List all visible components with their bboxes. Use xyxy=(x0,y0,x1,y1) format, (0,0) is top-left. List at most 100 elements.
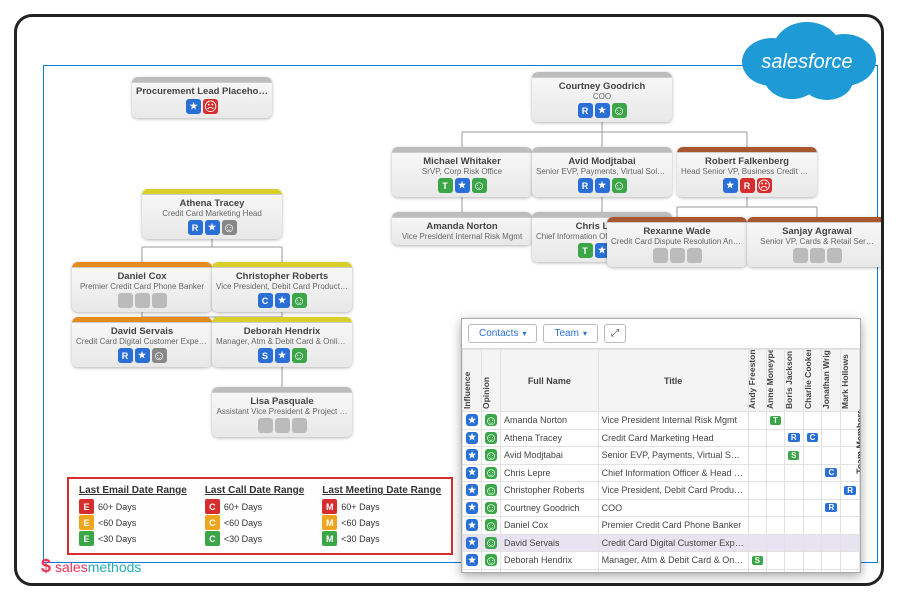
star-icon xyxy=(135,348,150,363)
matrix-table[interactable]: InfluenceOpinionFull NameTitleAndy Frees… xyxy=(462,349,860,572)
card-title: Head Senior VP, Business Credit Ca… xyxy=(681,167,813,176)
org-card[interactable]: Athena TraceyCredit Card Marketing Head xyxy=(142,189,282,239)
expand-button[interactable]: ⤢ xyxy=(604,324,626,343)
matrix-row[interactable]: Chris LepreChief Information Officer & H… xyxy=(463,464,860,482)
matrix-cell[interactable] xyxy=(822,534,841,552)
matrix-cell[interactable]: R xyxy=(822,499,841,517)
matrix-cell[interactable] xyxy=(784,552,803,570)
org-card[interactable]: Lisa PasqualeAssistant Vice President & … xyxy=(212,387,352,437)
matrix-cell[interactable] xyxy=(841,569,860,572)
matrix-row[interactable]: Courtney GoodrichCOOR xyxy=(463,499,860,517)
matrix-cell[interactable] xyxy=(748,447,766,465)
matrix-cell[interactable] xyxy=(803,482,822,500)
org-card-root[interactable]: Courtney Goodrich COO xyxy=(532,72,672,122)
matrix-cell[interactable] xyxy=(784,412,803,430)
matrix-cell[interactable] xyxy=(841,517,860,535)
matrix-cell[interactable]: C xyxy=(803,429,822,447)
matrix-cell[interactable]: R xyxy=(841,482,860,500)
matrix-header: Influence xyxy=(463,350,482,412)
matrix-panel[interactable]: Contacts Team ⤢ Team Members InfluenceOp… xyxy=(461,318,861,573)
org-card[interactable]: Rexanne WadeCredit Card Dispute Resoluti… xyxy=(607,217,747,267)
legend-chip: M xyxy=(322,515,337,530)
org-card[interactable]: Amanda NortonVice President Internal Ris… xyxy=(392,212,532,245)
matrix-cell[interactable] xyxy=(803,534,822,552)
matrix-cell[interactable] xyxy=(784,499,803,517)
org-card[interactable]: Daniel CoxPremier Credit Card Phone Bank… xyxy=(72,262,212,312)
matrix-cell[interactable]: R xyxy=(784,429,803,447)
matrix-row[interactable]: Deborah HendrixManager, Atm & Debit Card… xyxy=(463,552,860,570)
matrix-cell[interactable] xyxy=(766,552,784,570)
matrix-row[interactable]: Athena TraceyCredit Card Marketing HeadR… xyxy=(463,429,860,447)
matrix-cell[interactable] xyxy=(748,482,766,500)
matrix-cell[interactable] xyxy=(748,569,766,572)
salesmethods-logo: $ salesmethods xyxy=(41,556,141,577)
matrix-row[interactable]: Christopher RobertsVice President, Debit… xyxy=(463,482,860,500)
matrix-cell[interactable] xyxy=(803,499,822,517)
team-dropdown[interactable]: Team xyxy=(543,324,597,343)
matrix-cell[interactable] xyxy=(748,517,766,535)
matrix-cell[interactable] xyxy=(803,517,822,535)
star-icon xyxy=(595,103,610,118)
org-card[interactable]: Avid ModjtabaiSenior EVP, Payments, Virt… xyxy=(532,147,672,197)
matrix-cell[interactable] xyxy=(822,447,841,465)
org-card[interactable]: Michael WhitakerSrVP, Corp Risk Office xyxy=(392,147,532,197)
matrix-row[interactable]: Amanda NortonVice President Internal Ris… xyxy=(463,412,860,430)
matrix-cell[interactable] xyxy=(822,482,841,500)
matrix-row[interactable]: David ServaisCredit Card Digital Custome… xyxy=(463,534,860,552)
matrix-cell[interactable] xyxy=(784,464,803,482)
matrix-cell[interactable]: C xyxy=(822,464,841,482)
matrix-cell[interactable] xyxy=(822,429,841,447)
matrix-cell[interactable]: T xyxy=(766,569,784,572)
matrix-row[interactable]: Michael WhitakerSrVP, Corp Risk OfficeT xyxy=(463,569,860,572)
matrix-cell[interactable] xyxy=(803,412,822,430)
matrix-row[interactable]: Daniel CoxPremier Credit Card Phone Bank… xyxy=(463,517,860,535)
legend-chip: E xyxy=(79,515,94,530)
matrix-cell[interactable] xyxy=(803,464,822,482)
matrix-cell[interactable] xyxy=(822,552,841,570)
matrix-cell[interactable] xyxy=(766,499,784,517)
influence-icon xyxy=(463,447,482,465)
blank-icon xyxy=(152,293,167,308)
matrix-cell[interactable] xyxy=(766,447,784,465)
matrix-cell[interactable] xyxy=(803,447,822,465)
org-card[interactable]: Deborah HendrixManager, Atm & Debit Card… xyxy=(212,317,352,367)
matrix-cell[interactable] xyxy=(784,517,803,535)
matrix-cell[interactable] xyxy=(784,569,803,572)
legend-row: M60+ Days xyxy=(322,499,441,514)
salesforce-text: salesforce xyxy=(761,51,852,73)
opinion-icon xyxy=(482,412,501,430)
matrix-cell[interactable] xyxy=(748,499,766,517)
contacts-dropdown[interactable]: Contacts xyxy=(468,324,537,343)
matrix-cell[interactable] xyxy=(748,464,766,482)
org-card-placeholder[interactable]: Procurement Lead Placeholder xyxy=(132,77,272,118)
matrix-cell[interactable] xyxy=(766,429,784,447)
matrix-cell[interactable] xyxy=(822,412,841,430)
matrix-cell[interactable] xyxy=(784,482,803,500)
matrix-cell[interactable] xyxy=(766,517,784,535)
matrix-row[interactable]: Avid ModjtabaiSenior EVP, Payments, Virt… xyxy=(463,447,860,465)
matrix-cell[interactable]: S xyxy=(784,447,803,465)
matrix-cell[interactable] xyxy=(748,429,766,447)
matrix-cell[interactable] xyxy=(803,552,822,570)
org-card[interactable]: Robert FalkenbergHead Senior VP, Busines… xyxy=(677,147,817,197)
matrix-cell[interactable] xyxy=(803,569,822,572)
matrix-cell[interactable] xyxy=(766,534,784,552)
matrix-cell[interactable] xyxy=(748,412,766,430)
matrix-cell[interactable] xyxy=(822,569,841,572)
org-card[interactable]: Christopher RobertsVice President, Debit… xyxy=(212,262,352,312)
matrix-body[interactable]: Team Members InfluenceOpinionFull NameTi… xyxy=(462,349,860,572)
org-card[interactable]: David ServaisCredit Card Digital Custome… xyxy=(72,317,212,367)
matrix-cell[interactable] xyxy=(748,534,766,552)
matrix-cell[interactable] xyxy=(841,552,860,570)
matrix-cell[interactable] xyxy=(766,464,784,482)
matrix-cell[interactable]: T xyxy=(766,412,784,430)
legend-row: E<30 Days xyxy=(79,531,187,546)
matrix-cell[interactable] xyxy=(841,499,860,517)
matrix-cell[interactable] xyxy=(766,482,784,500)
matrix-cell[interactable] xyxy=(822,517,841,535)
org-card[interactable]: Sanjay AgrawalSenior VP, Cards & Retail … xyxy=(747,217,884,267)
matrix-cell[interactable] xyxy=(841,534,860,552)
matrix-cell[interactable] xyxy=(784,534,803,552)
legend-column: Last Email Date RangeE60+ DaysE<60 DaysE… xyxy=(79,485,187,547)
matrix-cell[interactable]: S xyxy=(748,552,766,570)
